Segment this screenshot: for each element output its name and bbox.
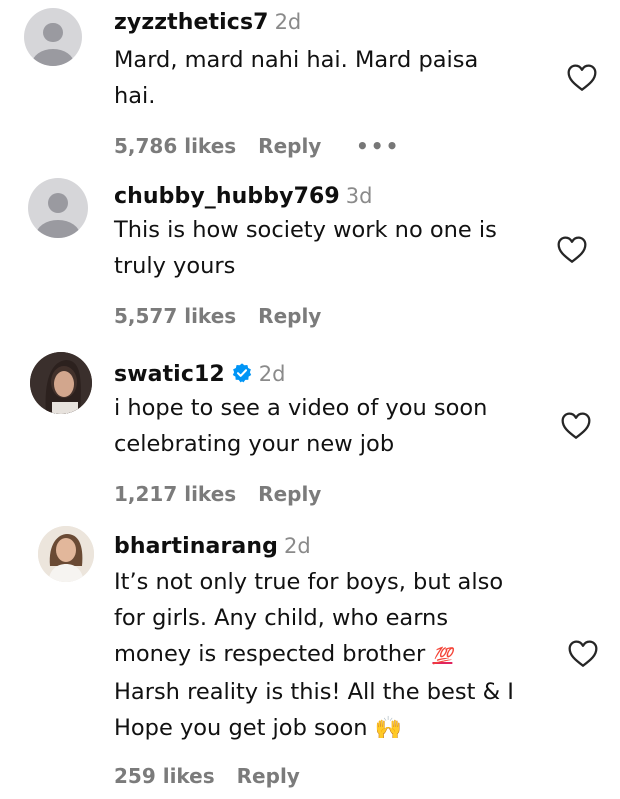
comment-text-line: Harsh reality is this! All the best & I (114, 679, 514, 705)
username[interactable]: swatic12 (114, 362, 225, 387)
reply-button[interactable]: Reply (258, 482, 321, 506)
timestamp: 2d (274, 10, 302, 34)
avatar[interactable] (24, 8, 82, 66)
comment-zyzzthetics7: zyzzthetics7 2d Mard, mard nahi hai. Mard… (0, 0, 620, 170)
comment-chubby-hubby769: chubby_hubby769 3d This is how society wo… (0, 172, 620, 342)
comment-meta: 5,577 likes Reply (114, 304, 321, 328)
avatar[interactable] (30, 352, 92, 414)
raising-hands-emoji: 🙌 (374, 716, 403, 741)
heart-icon[interactable] (566, 62, 598, 92)
comment-meta: 1,217 likes Reply (114, 482, 321, 506)
likes-count[interactable]: 259 likes (114, 764, 215, 788)
username[interactable]: bhartinarang (114, 534, 278, 559)
comment-meta: 259 likes Reply (114, 764, 300, 788)
likes-count[interactable]: 1,217 likes (114, 482, 236, 506)
comment-text-segment: Hope you get job soon (114, 715, 368, 741)
likes-count[interactable]: 5,786 likes (114, 134, 236, 158)
timestamp: 2d (283, 534, 311, 558)
timestamp: 3d (345, 184, 373, 208)
comment-header: zyzzthetics7 2d (114, 8, 301, 37)
hundred-points-emoji: 💯 (432, 646, 453, 665)
comment-text: i hope to see a video of you soon celebr… (114, 395, 488, 457)
avatar-photo (38, 526, 94, 582)
comment-meta: 5,786 likes Reply (114, 134, 321, 158)
username[interactable]: zyzzthetics7 (114, 10, 269, 35)
comment-text: It’s not only true for boys, but also fo… (114, 564, 514, 747)
avatar-head (43, 22, 63, 43)
avatar-shoulders (31, 48, 75, 66)
reply-button[interactable]: Reply (237, 764, 300, 788)
avatar-photo (30, 352, 92, 414)
more-options-icon[interactable]: ••• (356, 134, 400, 158)
comment-text-line: for girls. Any child, who earns (114, 605, 449, 631)
comment-header: bhartinarang 2d (114, 532, 311, 561)
likes-count[interactable]: 5,577 likes (114, 304, 236, 328)
comment-text-segment: money is respected brother (114, 641, 426, 667)
comment-bhartinarang: bhartinarang 2d It’s not only true for bo… (0, 522, 620, 799)
username[interactable]: chubby_hubby769 (114, 184, 340, 209)
verified-badge-icon (232, 363, 251, 383)
reply-button[interactable]: Reply (258, 304, 321, 328)
comment-header: chubby_hubby769 3d (114, 182, 373, 211)
avatar[interactable] (28, 178, 88, 238)
comment-text: This is how society work no one is truly… (114, 217, 497, 279)
timestamp: 2d (258, 362, 286, 386)
heart-icon[interactable] (556, 234, 588, 264)
heart-icon[interactable] (567, 638, 599, 668)
avatar[interactable] (38, 526, 94, 582)
avatar-shoulders (35, 220, 81, 238)
comment-text-line: Hope you get job soon 🙌 (114, 710, 514, 747)
comment-header: swatic12 2d (114, 360, 285, 389)
reply-button[interactable]: Reply (258, 134, 321, 158)
comment-text-line: It’s not only true for boys, but also (114, 569, 504, 595)
comment-text: Mard, mard nahi hai. Mard paisa hai. (114, 47, 479, 109)
comment-swatic12: swatic12 2d i hope to see a video of you… (0, 348, 620, 518)
heart-icon[interactable] (560, 410, 592, 440)
avatar-head (47, 193, 69, 214)
comment-text-line: money is respected brother 💯 (114, 636, 514, 674)
